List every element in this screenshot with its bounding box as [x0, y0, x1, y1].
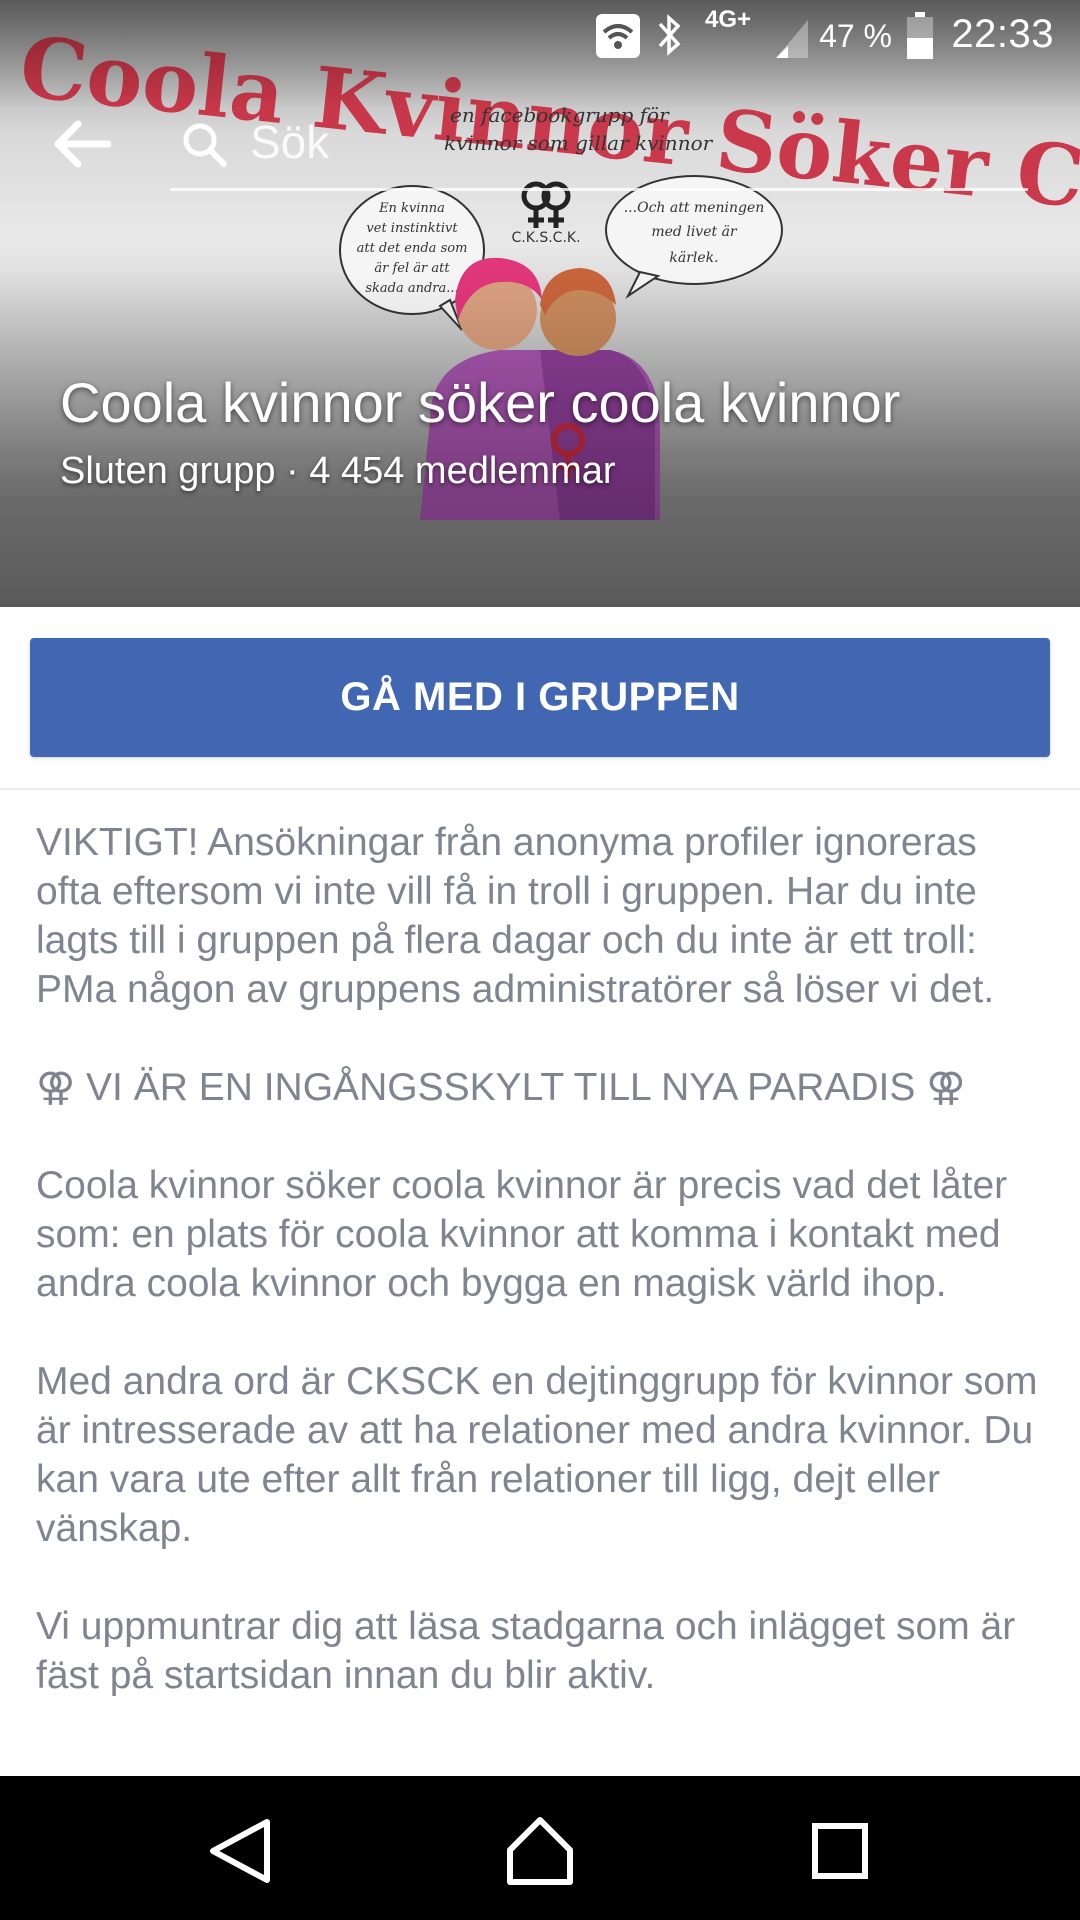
- network-type: 4G+: [705, 6, 752, 33]
- description-paragraph: Med andra ord är CKSCK en dejtinggrupp f…: [36, 1360, 1038, 1550]
- home-nav-icon[interactable]: [495, 1806, 585, 1896]
- clock: 22:33: [951, 12, 1054, 56]
- description-paragraph: VIKTIGT! Ansökningar från anonyma profil…: [36, 821, 995, 1011]
- bluetooth-icon: [658, 14, 681, 56]
- back-arrow-icon[interactable]: [48, 114, 118, 174]
- group-cover: Coola Kvinnor Söker Coola Kvinnor en fac…: [0, 0, 1080, 607]
- search-input[interactable]: [250, 112, 1010, 172]
- group-title: Coola kvinnor söker coola kvinnor: [60, 371, 901, 434]
- divider: [0, 788, 1080, 790]
- description-paragraph: ⚢ VI ÄR EN INGÅNGSSKYLT TILL NYA PARADIS…: [36, 1066, 966, 1109]
- back-nav-icon[interactable]: [195, 1806, 285, 1896]
- description-paragraph: Coola kvinnor söker coola kvinnor är pre…: [36, 1164, 1008, 1305]
- signal-icon: [776, 20, 808, 58]
- battery-percent: 47 %: [819, 18, 892, 54]
- status-bar: 4G+ 47 % 22:33: [0, 0, 1080, 72]
- cover-shade: [0, 0, 1080, 607]
- screen: Coola Kvinnor Söker Coola Kvinnor en fac…: [0, 0, 1080, 1920]
- group-description: VIKTIGT! Ansökningar från anonyma profil…: [36, 818, 1046, 1749]
- battery-icon: [907, 12, 933, 59]
- description-paragraph: Vi uppmuntrar dig att läsa stadgarna och…: [36, 1605, 1016, 1697]
- search-underline: [170, 188, 1028, 191]
- join-group-button[interactable]: GÅ MED I GRUPPEN: [30, 638, 1050, 757]
- group-meta: Sluten grupp · 4 454 medlemmar: [60, 450, 616, 492]
- wifi-icon: [596, 14, 640, 58]
- search-icon: [183, 123, 227, 167]
- recents-nav-icon[interactable]: [795, 1806, 885, 1896]
- navigation-bar: [0, 1776, 1080, 1920]
